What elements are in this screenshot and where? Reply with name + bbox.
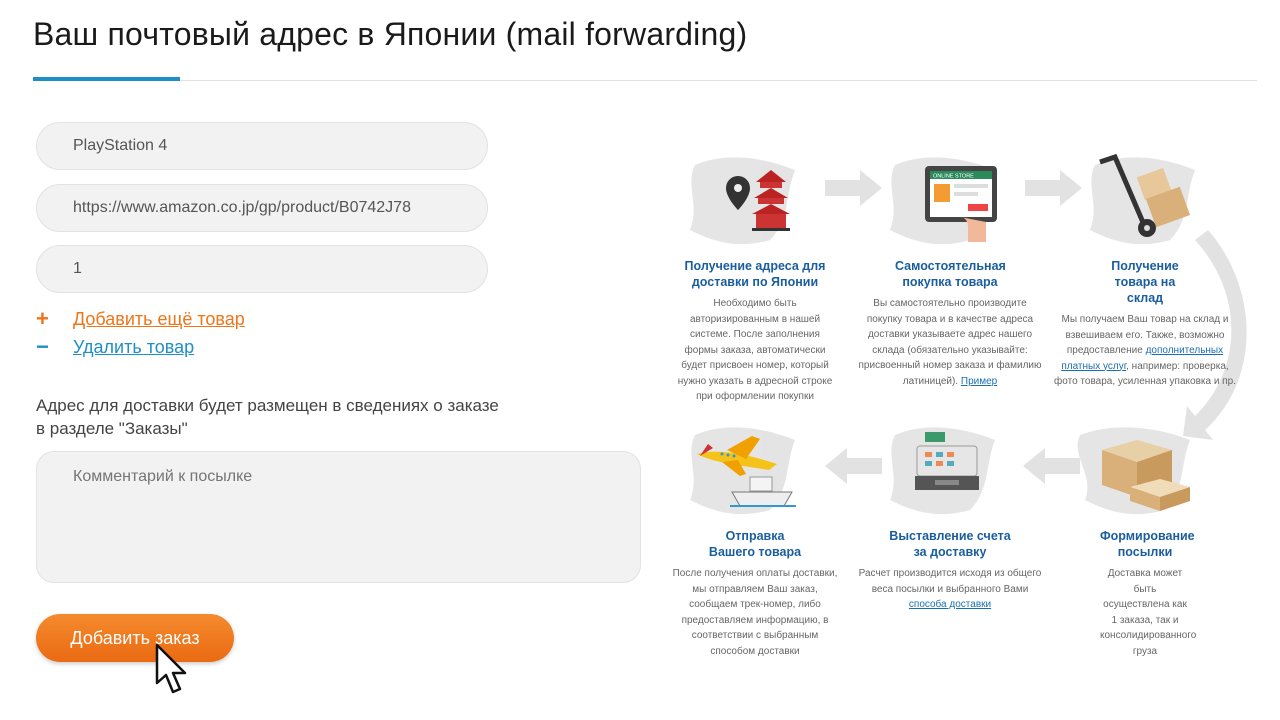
online-store-label: ONLINE STORE <box>933 174 974 180</box>
step-3: Получение товара на склад Мы получаем Ва… <box>1050 258 1240 390</box>
tablet-online-store-icon: ONLINE STORE <box>925 166 997 242</box>
step-text: Расчет производится исходя из общего вес… <box>858 568 1042 595</box>
step-4: Формирование посылки Доставка может быть… <box>1050 528 1240 659</box>
remove-item-link[interactable]: − Удалить товар <box>36 334 194 360</box>
item-url-input[interactable] <box>36 184 488 232</box>
mouse-cursor-icon <box>155 643 187 694</box>
pagoda-location-icon <box>726 170 790 231</box>
example-link[interactable]: Пример <box>961 376 997 387</box>
add-item-link[interactable]: + Добавить ещё товар <box>36 306 245 332</box>
step-1: Получение адреса для доставки по Японии … <box>660 258 850 405</box>
title-divider <box>33 80 1257 81</box>
step-text: После получения оплаты доставки, мы отпр… <box>672 568 838 657</box>
step-title: Формирование посылки <box>1100 529 1195 559</box>
remove-item-label[interactable]: Удалить товар <box>73 337 194 358</box>
step-title: Получение адреса для доставки по Японии <box>684 259 826 289</box>
title-accent-bar <box>33 77 180 81</box>
delivery-address-note: Адрес для доставки будет размещен в свед… <box>36 396 499 438</box>
plus-icon: + <box>36 306 49 331</box>
add-order-button[interactable]: Добавить заказ <box>36 614 234 662</box>
step-text: Вы самостоятельно производите покупку то… <box>858 298 1042 387</box>
step-5: Выставление счета за доставку Расчет про… <box>855 528 1045 613</box>
add-item-label[interactable]: Добавить ещё товар <box>73 309 245 330</box>
step-title: Самостоятельная покупка товара <box>895 259 1006 289</box>
quantity-input[interactable] <box>36 245 488 293</box>
step-6: Отправка Вашего товара После получения о… <box>660 528 850 659</box>
hand-truck-icon <box>1099 153 1191 237</box>
step-text: Необходимо быть авторизированным в нашей… <box>677 298 833 402</box>
item-name-input[interactable] <box>36 122 488 170</box>
step-title: Выставление счета за доставку <box>889 529 1011 559</box>
step-text: Доставка может быть осуществлена как 1 з… <box>1100 568 1197 657</box>
plane-ship-icon <box>697 436 796 507</box>
cash-register-icon <box>915 432 979 490</box>
minus-icon: − <box>36 334 49 359</box>
step-2: Самостоятельная покупка товара Вы самост… <box>855 258 1045 389</box>
page-title: Ваш почтовый адрес в Японии (mail forwar… <box>33 16 748 52</box>
step-title: Отправка Вашего товара <box>708 529 802 559</box>
step-title: Получение товара на склад <box>1111 259 1179 305</box>
comment-textarea[interactable] <box>36 451 641 583</box>
boxes-icon <box>1102 440 1190 511</box>
delivery-method-link[interactable]: способа доставки <box>909 599 991 610</box>
